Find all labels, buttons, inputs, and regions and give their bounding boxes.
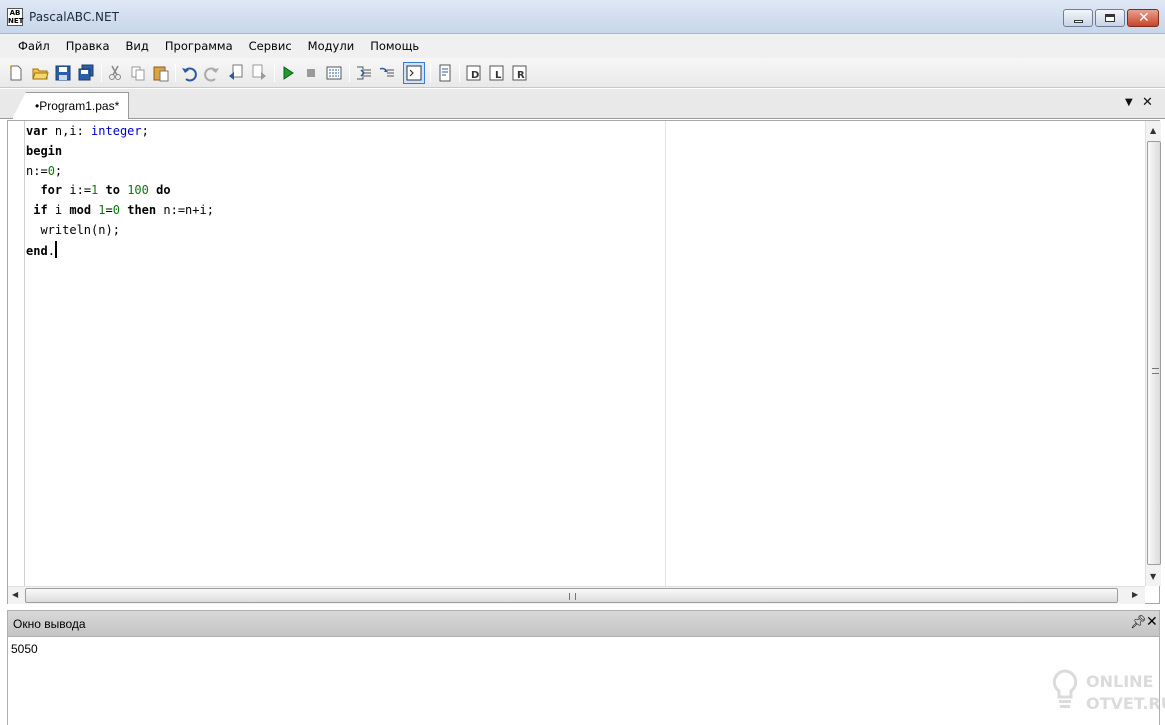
open-icon[interactable]: [31, 64, 49, 82]
output-window-title: Окно вывода: [13, 617, 86, 631]
output-text: 5050: [11, 642, 38, 656]
maximize-icon: [1105, 14, 1115, 22]
window-title: PascalABC.NET: [29, 10, 119, 24]
debug-r-icon[interactable]: R: [510, 64, 528, 82]
menu-view[interactable]: Вид: [118, 39, 157, 53]
tab-list-dropdown-icon[interactable]: ▼: [1125, 97, 1133, 108]
output-window-header: Окно вывода 📌︎ ✕: [7, 610, 1160, 637]
toolbar-separator: [430, 64, 431, 82]
watermark-line2: OTVET.RU: [1086, 694, 1165, 713]
lightbulb-icon: [1052, 669, 1078, 708]
toolbar-separator: [349, 64, 350, 82]
save-all-icon[interactable]: [77, 64, 95, 82]
menu-modules[interactable]: Модули: [300, 39, 363, 53]
right-margin-line: [665, 121, 666, 586]
tab-label: •Program1.pas*: [35, 99, 120, 113]
debug-l-icon[interactable]: L: [487, 64, 505, 82]
tab-close-icon[interactable]: ✕: [1142, 95, 1153, 110]
stop-icon[interactable]: [302, 64, 320, 82]
output-window-icon[interactable]: [403, 62, 425, 84]
run-icon[interactable]: [279, 64, 297, 82]
save-icon[interactable]: [54, 64, 72, 82]
output-window-body[interactable]: 5050: [7, 637, 1160, 725]
toolbar: D L R: [0, 58, 1165, 88]
maximize-button[interactable]: [1095, 9, 1125, 27]
step-over-icon[interactable]: [378, 64, 396, 82]
menu-service[interactable]: Сервис: [241, 39, 300, 53]
editor-gutter: [8, 121, 25, 586]
minimize-button[interactable]: [1063, 9, 1093, 27]
toolbar-separator: [459, 64, 460, 82]
scroll-down-icon[interactable]: ▼: [1150, 572, 1156, 581]
paste-icon[interactable]: [152, 64, 170, 82]
svg-text:R: R: [517, 70, 525, 81]
code-line-3: n:=0;: [26, 163, 63, 178]
debug-d-icon[interactable]: D: [464, 64, 482, 82]
text-caret: [54, 240, 57, 258]
vertical-scrollbar[interactable]: ▲ ▼: [1145, 121, 1161, 586]
close-icon: ✕: [1138, 10, 1150, 26]
format-icon[interactable]: [436, 64, 454, 82]
menu-help[interactable]: Помощь: [362, 39, 427, 53]
output-close-icon[interactable]: ✕: [1146, 614, 1158, 630]
scroll-right-icon[interactable]: ▶: [1132, 590, 1138, 599]
close-button[interactable]: ✕: [1127, 9, 1159, 27]
step-into-icon[interactable]: [355, 64, 373, 82]
pin-icon[interactable]: 📌︎: [1130, 615, 1147, 630]
code-line-1: var n,i: integer;: [26, 124, 149, 138]
code-line-7: end.: [26, 240, 214, 262]
app-icon: AB NET: [7, 8, 24, 26]
svg-text:L: L: [495, 70, 502, 81]
redo-icon[interactable]: [203, 64, 221, 82]
copy-icon[interactable]: [129, 64, 147, 82]
cut-icon[interactable]: [106, 64, 124, 82]
code-line-6: writeln(n);: [26, 222, 120, 237]
undo-icon[interactable]: [180, 64, 198, 82]
find-icon[interactable]: [227, 64, 245, 82]
replace-icon[interactable]: [250, 64, 268, 82]
grip-icon: [1152, 368, 1159, 374]
menu-program[interactable]: Программа: [157, 39, 241, 53]
menu-bar: Файл Правка Вид Программа Сервис Модули …: [0, 34, 1165, 58]
code-line-2: begin: [26, 143, 63, 158]
grip-icon: [569, 593, 576, 600]
horizontal-scrollbar[interactable]: ◀ ▶: [8, 586, 1145, 604]
vertical-scroll-thumb[interactable]: [1147, 141, 1161, 565]
minimize-icon: [1074, 20, 1083, 23]
tab-program1[interactable]: •Program1.pas*: [12, 92, 129, 119]
title-bar: AB NET PascalABC.NET ✕: [0, 0, 1165, 34]
code-editor[interactable]: var n,i: integer; begin n:=0; for i:=1 to …: [7, 120, 1161, 604]
tab-strip: •Program1.pas*: [0, 89, 1165, 119]
menu-edit[interactable]: Правка: [58, 39, 118, 53]
code-text[interactable]: var n,i: integer; begin n:=0; for i:=1 to …: [26, 122, 214, 262]
svg-text:D: D: [471, 70, 479, 81]
compile-icon[interactable]: [325, 64, 343, 82]
scroll-left-icon[interactable]: ◀: [12, 590, 18, 599]
menu-file[interactable]: Файл: [10, 39, 58, 53]
scroll-up-icon[interactable]: ▲: [1150, 126, 1156, 135]
code-line-5: if i mod 1=0 then n:=n+i;: [33, 203, 214, 218]
toolbar-separator: [175, 64, 176, 82]
watermark: ONLINE OTVET.RU: [1050, 668, 1165, 720]
toolbar-separator: [101, 64, 102, 82]
code-line-4: for i:=1 to 100 do: [40, 183, 171, 198]
toolbar-separator: [274, 64, 275, 82]
horizontal-scroll-thumb[interactable]: [25, 588, 1118, 603]
watermark-line1: ONLINE: [1086, 672, 1154, 691]
new-file-icon[interactable]: [7, 64, 25, 82]
